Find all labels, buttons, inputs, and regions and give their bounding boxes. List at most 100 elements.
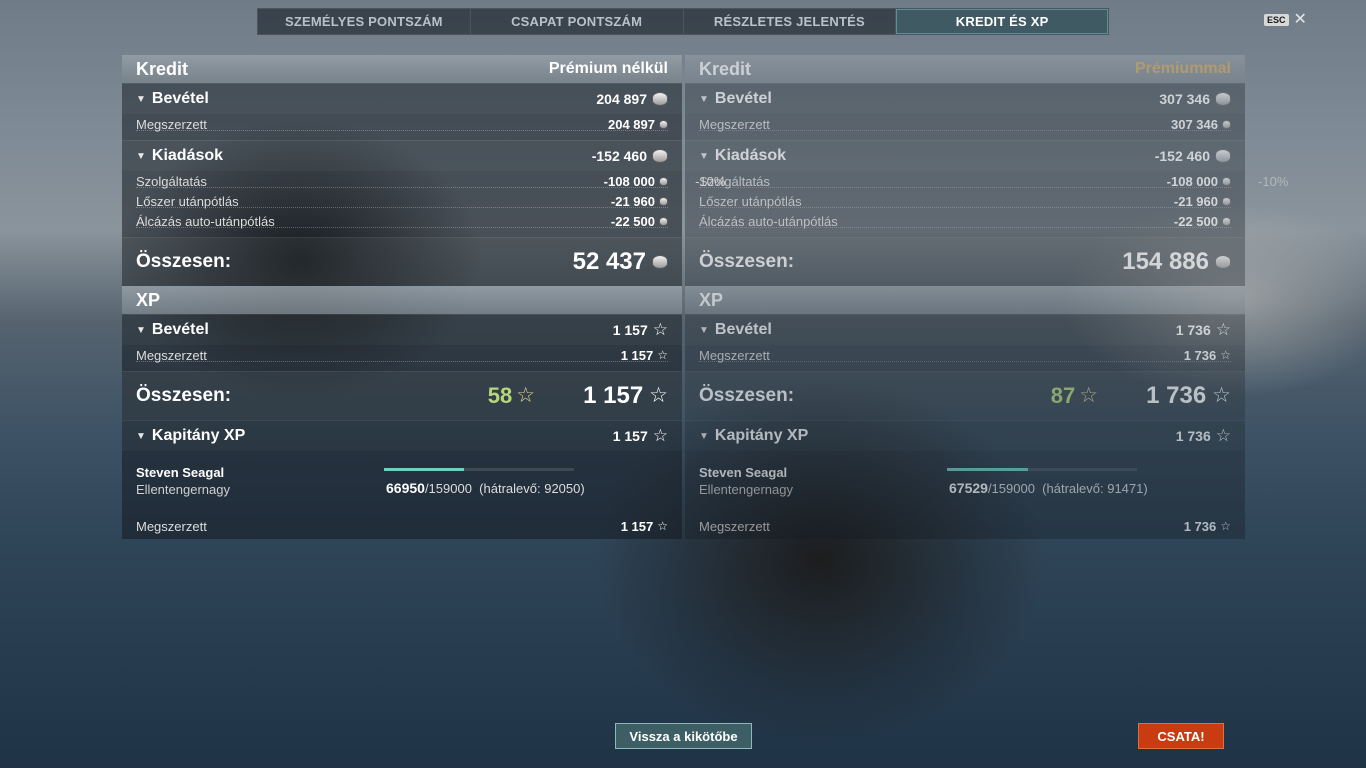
- expenses-label: Kiadások: [714, 147, 787, 164]
- free-xp-star-icon: ☆: [1079, 384, 1099, 407]
- tab-team-score[interactable]: CSAPAT PONTSZÁM: [471, 9, 684, 34]
- collapse-triangle-icon[interactable]: ▼: [136, 325, 146, 336]
- captain-xp-progress: 66950/159000 (hátralevő: 92050): [386, 480, 585, 496]
- captain-progress-bar: [384, 468, 574, 471]
- battle-button[interactable]: CSATA!: [1138, 723, 1224, 749]
- remaining-suffix: ): [1143, 481, 1148, 496]
- captain-xp-row[interactable]: ▼ Kapitány XP 1 157 ☆: [122, 420, 682, 451]
- collapse-triangle-icon[interactable]: ▼: [699, 151, 709, 162]
- credit-income-value: 307 346: [1159, 91, 1210, 107]
- income-label: Bevétel: [151, 321, 209, 338]
- credit-coin-icon: [658, 176, 668, 186]
- credit-coin-icon: [659, 196, 668, 206]
- captain-xp-max: /159000: [987, 481, 1035, 496]
- xp-star-icon: ☆: [1215, 426, 1231, 445]
- captain-xp-current: 66950: [386, 480, 425, 496]
- close-icon[interactable]: ✕: [1294, 12, 1307, 28]
- credit-coin-icon: [1215, 92, 1231, 106]
- xp-total-value: 1 736: [1146, 382, 1207, 409]
- results-tabs: SZEMÉLYES PONTSZÁM CSAPAT PONTSZÁM RÉSZL…: [257, 8, 1109, 35]
- collapse-triangle-icon[interactable]: ▼: [136, 151, 146, 162]
- service-row: Szolgáltatás -10% -108 000: [685, 171, 1288, 191]
- xp-star-icon: ☆: [649, 384, 668, 407]
- collapse-triangle-icon[interactable]: ▼: [136, 431, 146, 442]
- credit-income-value: 204 897: [596, 91, 647, 107]
- collapse-triangle-icon[interactable]: ▼: [699, 325, 709, 336]
- total-label: Összesen:: [136, 251, 232, 272]
- captain-rank: Ellentengernagy: [699, 482, 793, 497]
- credit-coin-icon: [659, 216, 668, 226]
- credit-total-value: 52 437: [572, 248, 646, 275]
- xp-earned-row: Megszerzett 1 736 ☆: [685, 345, 1245, 365]
- ammo-value: -21 960: [610, 193, 655, 209]
- captain-xp-row[interactable]: ▼ Kapitány XP 1 736 ☆: [685, 420, 1245, 451]
- credit-coin-icon: [1222, 216, 1231, 226]
- camo-row: Álcázás auto-utánpótlás -22 500: [685, 211, 1245, 231]
- income-label: Bevétel: [151, 90, 209, 107]
- tab-detailed-report[interactable]: RÉSZLETES JELENTÉS: [684, 9, 897, 34]
- collapse-triangle-icon[interactable]: ▼: [699, 94, 709, 105]
- service-value: -108 000: [1166, 173, 1218, 189]
- tab-personal-score[interactable]: SZEMÉLYES PONTSZÁM: [258, 9, 471, 34]
- free-xp-value: 87: [1050, 383, 1076, 408]
- xp-header: XP: [122, 286, 682, 314]
- panel-without-premium: Kredit Prémium nélkül ▼ Bevétel 204 897 M…: [122, 55, 725, 539]
- ammo-value: -21 960: [1173, 193, 1218, 209]
- credit-title: Kredit: [699, 58, 752, 79]
- captain-progress-bar: [947, 468, 1137, 471]
- total-label: Összesen:: [699, 385, 795, 406]
- xp-star-icon: ☆: [1220, 519, 1231, 533]
- xp-star-icon: ☆: [1215, 320, 1231, 339]
- xp-earned-row: Megszerzett 1 157 ☆: [122, 345, 682, 365]
- expenses-row[interactable]: ▼ Kiadások -152 460: [685, 140, 1245, 171]
- credit-income-row[interactable]: ▼ Bevétel 307 346: [685, 83, 1245, 114]
- camo-label: Álcázás auto-utánpótlás: [136, 213, 275, 229]
- earned-label: Megszerzett: [699, 347, 770, 363]
- credit-earned-row: Megszerzett 307 346: [685, 114, 1245, 134]
- credit-income-row[interactable]: ▼ Bevétel 204 897: [122, 83, 682, 114]
- close-control[interactable]: ESC ✕: [1264, 12, 1307, 28]
- captain-rank: Ellentengernagy: [136, 482, 230, 497]
- xp-income-value: 1 157: [612, 322, 648, 338]
- credit-earned-value: 204 897: [608, 116, 655, 132]
- credit-earned-row: Megszerzett 204 897: [122, 114, 682, 134]
- service-value: -108 000: [603, 173, 655, 189]
- free-xp-star-icon: ☆: [516, 384, 536, 407]
- income-label: Bevétel: [714, 321, 772, 338]
- credit-total-row: Összesen: 154 886: [685, 237, 1245, 286]
- collapse-triangle-icon[interactable]: ▼: [136, 94, 146, 105]
- xp-title: XP: [699, 289, 724, 310]
- xp-income-row[interactable]: ▼ Bevétel 1 157 ☆: [122, 314, 682, 345]
- expenses-row[interactable]: ▼ Kiadások -152 460: [122, 140, 682, 171]
- xp-title: XP: [136, 289, 161, 310]
- panel-title: Prémiummal: [1134, 60, 1231, 77]
- remaining-prefix: (hátralevő:: [479, 481, 545, 496]
- earned-label: Megszerzett: [699, 518, 770, 534]
- captain-earned-value: 1 736: [1183, 518, 1217, 534]
- credit-title: Kredit: [136, 58, 189, 79]
- captain-xp-current: 67529: [949, 480, 988, 496]
- ammo-row: Lőszer utánpótlás -21 960: [685, 191, 1245, 211]
- xp-income-row[interactable]: ▼ Bevétel 1 736 ☆: [685, 314, 1245, 345]
- income-label: Bevétel: [714, 90, 772, 107]
- captain-info: Steven Seagal Ellentengernagy 67529/1590…: [685, 451, 1245, 513]
- collapse-triangle-icon[interactable]: ▼: [699, 431, 709, 442]
- xp-star-icon: ☆: [1220, 348, 1231, 362]
- credit-header: Kredit Prémiummal: [685, 55, 1245, 83]
- credit-total-row: Összesen: 52 437: [122, 237, 682, 286]
- return-to-port-button[interactable]: Vissza a kikötőbe: [615, 723, 752, 749]
- service-discount: -10%: [695, 173, 726, 189]
- credit-coin-icon: [652, 255, 668, 269]
- captain-name: Steven Seagal: [699, 465, 788, 480]
- credit-coin-icon: [1215, 149, 1231, 163]
- captain-xp-value: 1 157: [612, 428, 648, 444]
- xp-income-value: 1 736: [1175, 322, 1211, 338]
- xp-star-icon: ☆: [1212, 384, 1231, 407]
- tab-credit-xp[interactable]: KREDIT ÉS XP: [896, 9, 1108, 34]
- credit-total-value: 154 886: [1122, 248, 1209, 275]
- xp-star-icon: ☆: [657, 348, 668, 362]
- xp-total-row: Összesen: 87 ☆ 1 736 ☆: [685, 371, 1245, 420]
- remaining-suffix: ): [580, 481, 585, 496]
- panel-title: Prémium nélkül: [548, 60, 668, 77]
- camo-label: Álcázás auto-utánpótlás: [699, 213, 838, 229]
